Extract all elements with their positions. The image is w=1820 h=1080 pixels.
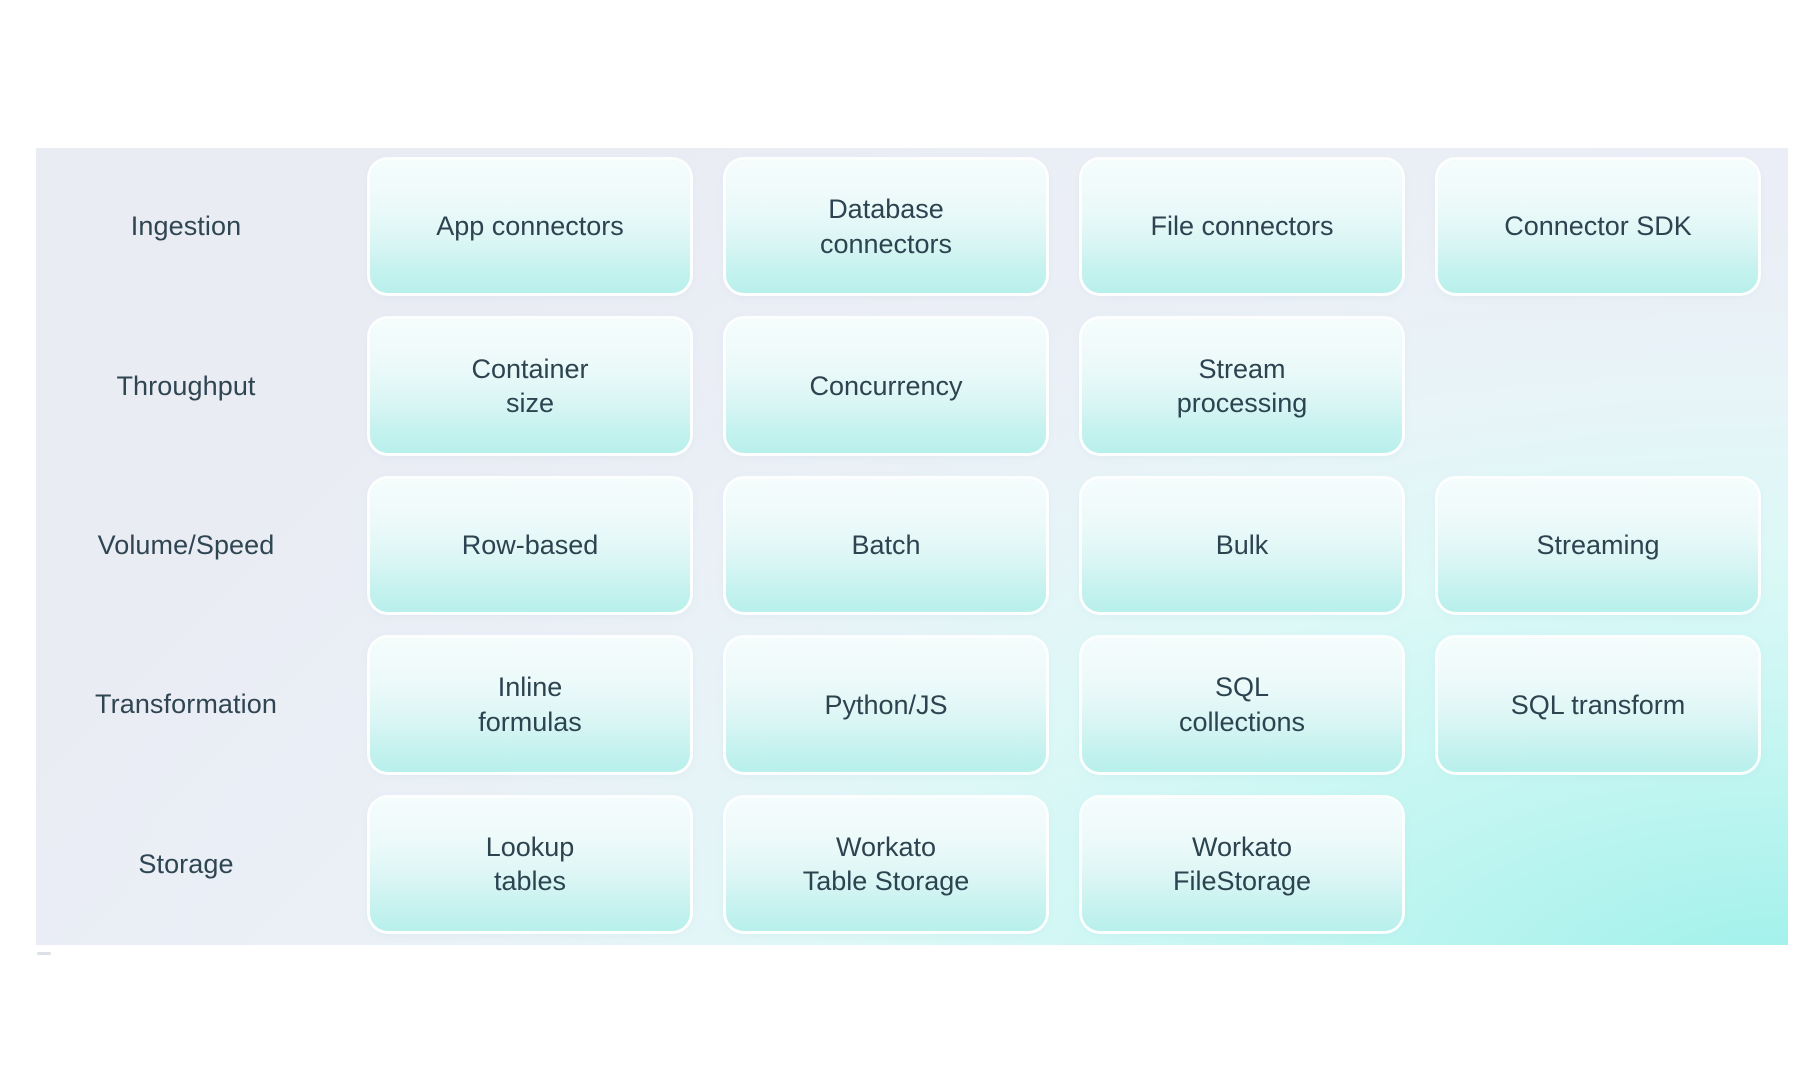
row-label-throughput: Throughput (116, 370, 256, 401)
capability-grid: Ingestion App connectors Database connec… (36, 148, 1788, 945)
row-label-volume-speed: Volume/Speed (97, 529, 275, 560)
card-row-based[interactable]: Row-based (370, 478, 690, 613)
card-label: SQL transform (1510, 689, 1686, 720)
card-connector-sdk[interactable]: Connector SDK (1438, 160, 1758, 294)
card-label: Batch (851, 530, 921, 561)
row-label-transformation: Transformation (95, 689, 277, 720)
card-file-connectors[interactable]: File connectors (1082, 160, 1402, 294)
card-label: Python/JS (824, 689, 948, 720)
card-label: File connectors (1150, 211, 1334, 242)
card-database-connectors[interactable]: Database connectors (726, 160, 1046, 294)
panel-edge-artifact (37, 952, 51, 955)
card-label: Container size (471, 353, 589, 419)
capability-matrix-panel: Ingestion App connectors Database connec… (36, 148, 1788, 945)
row-label-ingestion: Ingestion (130, 211, 242, 242)
card-label: Inline formulas (478, 672, 582, 737)
card-label: Stream processing (1176, 353, 1308, 419)
card-label: Lookup tables (485, 831, 575, 897)
row-label-storage: Storage (138, 848, 234, 879)
card-label: Bulk (1215, 530, 1269, 561)
card-label: Concurrency (809, 370, 963, 401)
card-sql-transform[interactable]: SQL transform (1438, 638, 1758, 772)
card-label: Database connectors (819, 194, 953, 259)
card-label: SQL collections (1178, 672, 1306, 737)
card-bulk[interactable]: Bulk (1082, 478, 1402, 613)
card-lookup-tables[interactable]: Lookup tables (370, 797, 690, 931)
card-streaming[interactable]: Streaming (1438, 478, 1758, 613)
card-app-connectors[interactable]: App connectors (370, 160, 690, 294)
card-sql-collections[interactable]: SQL collections (1082, 638, 1402, 772)
card-container-size[interactable]: Container size (370, 319, 690, 453)
card-slot-empty-storage-4 (1438, 798, 1758, 931)
card-label: Streaming (1536, 530, 1660, 561)
card-label: Connector SDK (1504, 211, 1692, 242)
card-label: Workato FileStorage (1172, 831, 1312, 897)
card-label: Workato Table Storage (802, 831, 970, 897)
card-label: Row-based (461, 530, 599, 561)
card-slot-empty-throughput-4 (1438, 319, 1758, 452)
card-label: App connectors (436, 211, 624, 242)
card-python-js[interactable]: Python/JS (726, 638, 1046, 772)
card-batch[interactable]: Batch (726, 478, 1046, 613)
card-concurrency[interactable]: Concurrency (726, 319, 1046, 453)
card-inline-formulas[interactable]: Inline formulas (370, 638, 690, 772)
screenshot-root: Ingestion App connectors Database connec… (0, 0, 1820, 1080)
card-stream-processing[interactable]: Stream processing (1082, 319, 1402, 453)
card-workato-table-storage[interactable]: Workato Table Storage (726, 797, 1046, 931)
card-workato-filestorage[interactable]: Workato FileStorage (1082, 797, 1402, 931)
